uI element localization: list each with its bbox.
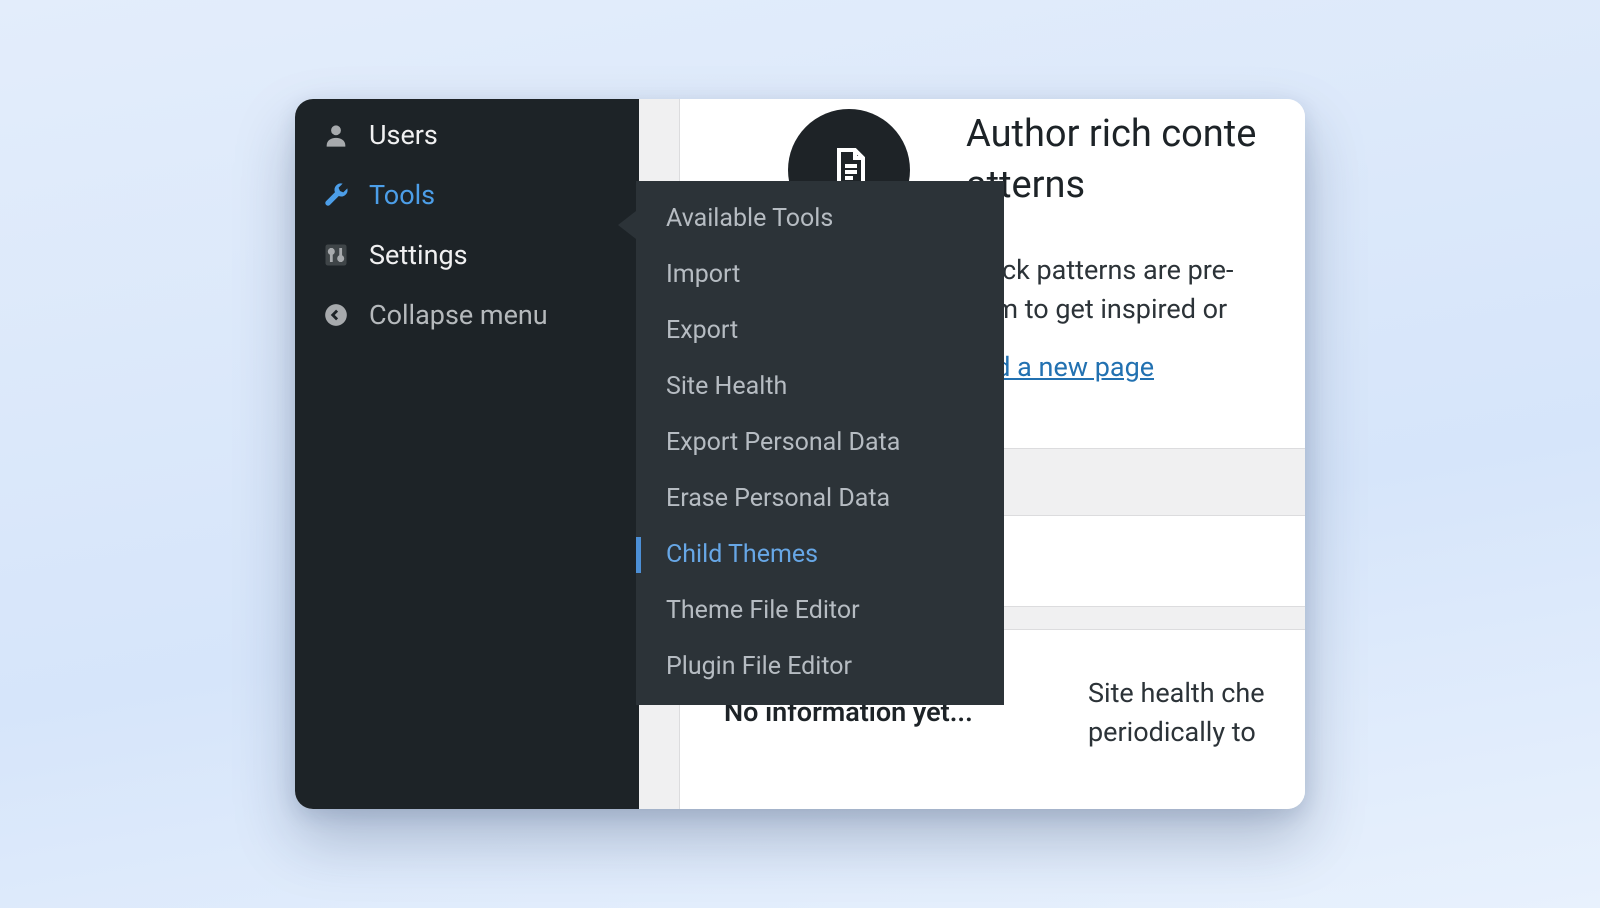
hero-description: lock patterns are pre- em to get inspire… [980, 251, 1305, 329]
submenu-item-plugin-file-editor[interactable]: Plugin File Editor [636, 639, 1004, 695]
link-text: dd a new page [980, 351, 1154, 383]
submenu-item-label: Plugin File Editor [666, 652, 852, 681]
submenu-item-label: Theme File Editor [666, 596, 860, 625]
user-icon [321, 120, 351, 150]
flyout-pointer [618, 211, 636, 239]
submenu-item-site-health[interactable]: Site Health [636, 359, 1004, 415]
tools-submenu: Available Tools Import Export Site Healt… [636, 181, 1004, 705]
submenu-item-erase-personal-data[interactable]: Erase Personal Data [636, 471, 1004, 527]
admin-sidebar: Users Tools Settings [295, 99, 639, 809]
submenu-item-label: Site Health [666, 372, 787, 401]
submenu-item-label: Available Tools [666, 204, 833, 233]
sidebar-item-label: Collapse menu [369, 299, 548, 331]
submenu-item-label: Erase Personal Data [666, 484, 890, 513]
submenu-item-import[interactable]: Import [636, 247, 1004, 303]
sidebar-item-label: Settings [369, 239, 468, 271]
site-health-line1: Site health che [1088, 677, 1265, 709]
collapse-icon [321, 300, 351, 330]
submenu-item-label: Export Personal Data [666, 428, 900, 457]
admin-window: Users Tools Settings [295, 99, 1305, 809]
submenu-item-theme-file-editor[interactable]: Theme File Editor [636, 583, 1004, 639]
sidebar-item-label: Users [369, 119, 438, 151]
sidebar-item-users[interactable]: Users [295, 105, 639, 165]
hero-sub-line1: lock patterns are pre- [980, 254, 1233, 286]
sidebar-item-tools[interactable]: Tools [295, 165, 639, 225]
sidebar-item-collapse[interactable]: Collapse menu [295, 285, 639, 345]
submenu-item-label: Import [666, 260, 740, 289]
sliders-icon [321, 240, 351, 270]
submenu-item-label: Export [666, 316, 738, 345]
submenu-item-export[interactable]: Export [636, 303, 1004, 359]
site-health-description: Site health che periodically to [1088, 674, 1305, 752]
site-health-line2: periodically to [1088, 716, 1256, 748]
wrench-icon [321, 180, 351, 210]
submenu-item-available-tools[interactable]: Available Tools [636, 191, 1004, 247]
submenu-item-export-personal-data[interactable]: Export Personal Data [636, 415, 1004, 471]
hero-heading: Author rich conte atterns [966, 109, 1305, 212]
submenu-item-label: Child Themes [666, 540, 818, 569]
add-new-page-link[interactable]: dd a new page [980, 351, 1154, 383]
submenu-item-child-themes[interactable]: Child Themes [636, 527, 1004, 583]
sidebar-item-settings[interactable]: Settings [295, 225, 639, 285]
sidebar-item-label: Tools [369, 179, 435, 211]
hero-title-line1: Author rich conte [966, 112, 1256, 156]
hero-sub-line2: em to get inspired or [980, 293, 1227, 325]
